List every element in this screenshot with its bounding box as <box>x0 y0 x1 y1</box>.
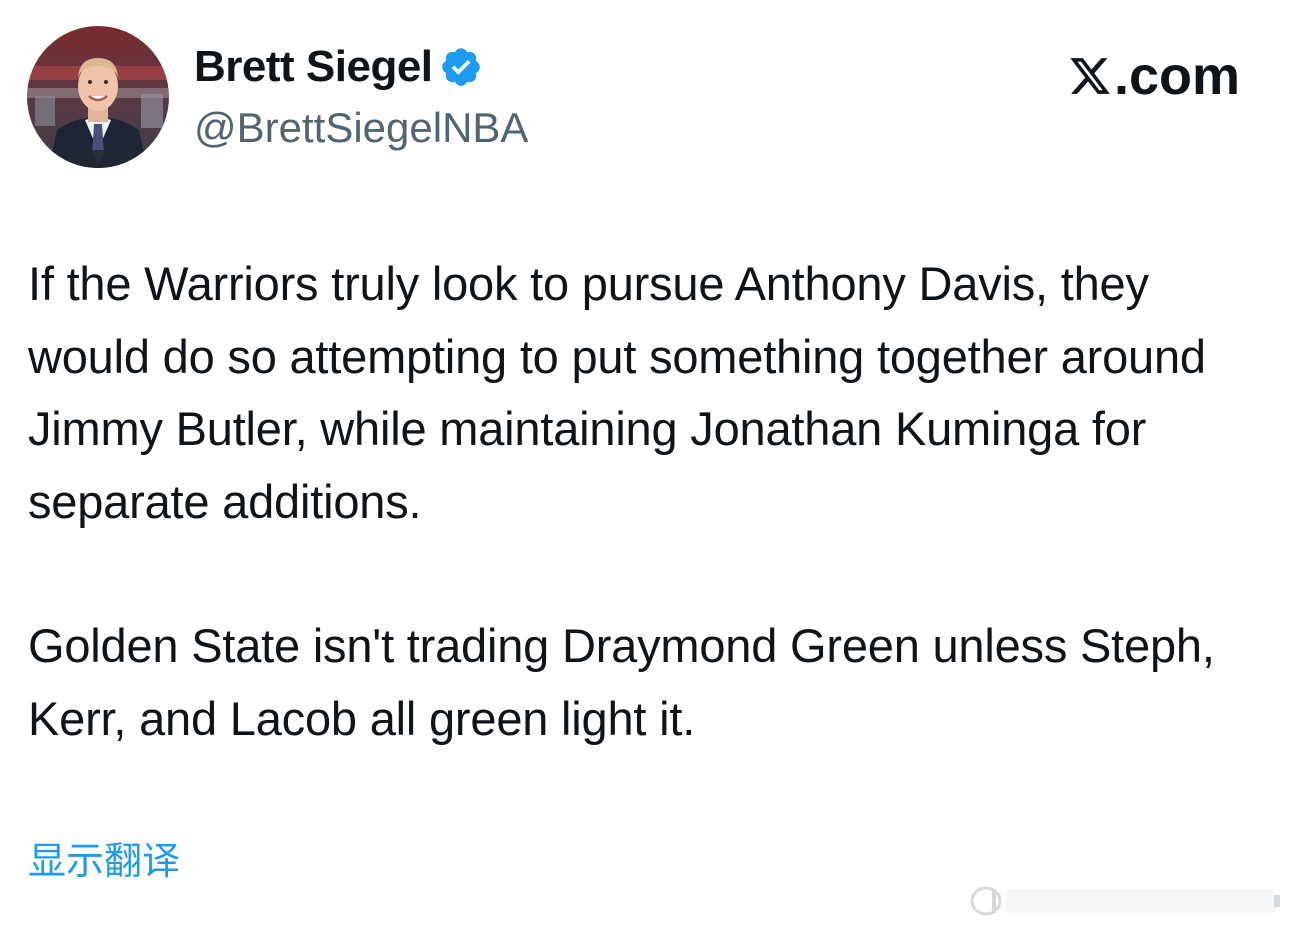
author-handle[interactable]: @BrettSiegelNBA <box>194 102 528 154</box>
author-name[interactable]: Brett Siegel <box>194 40 483 94</box>
x-logo-icon <box>1070 58 1110 94</box>
site-logo-text: .com <box>1113 46 1240 106</box>
profile-photo <box>27 26 169 168</box>
verified-badge-icon <box>441 48 480 86</box>
author-display-name[interactable]: Brett Siegel <box>194 40 433 94</box>
tweet-text: If the Warriors truly look to pursue Ant… <box>28 248 1258 755</box>
tweet-paragraph: If the Warriors truly look to pursue Ant… <box>28 257 1206 528</box>
show-translation-link[interactable]: 显示翻译 <box>28 836 180 886</box>
watermark-logo <box>970 886 1280 916</box>
site-logo: .com <box>1068 44 1240 108</box>
tweet-paragraph: Golden State isn't trading Draymond Gree… <box>28 619 1215 745</box>
author-avatar[interactable] <box>27 26 169 168</box>
